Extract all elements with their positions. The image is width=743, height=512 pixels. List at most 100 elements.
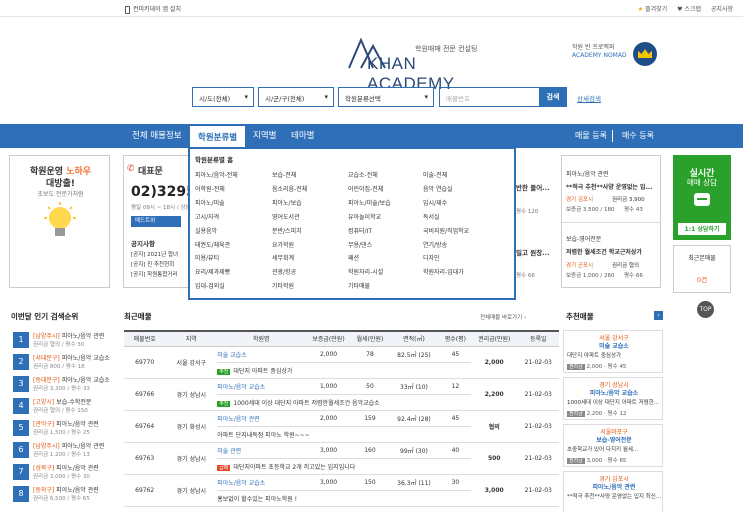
nav-theme[interactable]: 테마별 xyxy=(291,124,314,148)
table-header: 매물번호 지역 학원명 보증금(만원) 월세(만원) 면적(㎡) 평수(평) 권리금(만원) 등… xyxy=(124,330,559,347)
chat-icon xyxy=(694,193,710,206)
nav-sell-register[interactable]: 매물 등록 xyxy=(575,124,607,148)
recommended-item[interactable]: 서울마포구 보습-영어전문 초중학교가 있어 다지키 월세... 권리금 3,000 … xyxy=(563,424,663,467)
dropdown-item[interactable]: 유아놀이학교 xyxy=(348,211,391,225)
dropdown-item[interactable]: 영어도서관 xyxy=(272,211,307,225)
dropdown-item[interactable]: 고시/자격 xyxy=(195,211,238,225)
dropdown-item[interactable]: 피아노/보습 xyxy=(272,197,307,211)
recommended-item[interactable]: 서울 강서구 미술 교습소 대단지 아파트 중심상가 권리금 2,000 · 평수 4… xyxy=(563,330,663,373)
listing-category: 보습-영어전문 xyxy=(566,236,602,243)
phone-icon: ✆ xyxy=(127,164,135,174)
dropdown-item[interactable]: 국비지원/직업학교 xyxy=(423,225,469,239)
dropdown-item[interactable]: 독서실 xyxy=(423,211,469,225)
table-row[interactable]: 69764 경기 화성시 피아노/음악 관련 2,000 159 92.4㎡ (28) 45… xyxy=(124,410,559,443)
banner-sub: 초보도 전문가처럼 xyxy=(37,191,84,198)
dropdown-item[interactable]: 기타매물 xyxy=(348,280,391,294)
dropdown-item[interactable]: 관광/항공 xyxy=(272,266,307,280)
dropdown-item[interactable]: 어린이집-전체 xyxy=(348,183,391,197)
contact-hours: 평일 09시 ~ 18시 / 상담 xyxy=(131,205,191,211)
rank-item[interactable]: 4 [고양시] 보습-수학전문 권리금 협의 / 평수 150 xyxy=(13,396,118,417)
dropdown-item[interactable]: 태권도/체육관 xyxy=(195,239,238,253)
sido-select[interactable]: 시/도(전체) xyxy=(192,87,254,107)
scroll-top-button[interactable]: TOP xyxy=(697,301,714,318)
rank-item[interactable]: 7 [성북구] 피아노/음악 관련 권리금 3,000 / 평수 30 xyxy=(13,462,118,483)
dropdown-item[interactable]: 기타학원 xyxy=(272,280,307,294)
dropdown-item[interactable]: 세무회계 xyxy=(272,252,307,266)
dropdown-item[interactable]: 보습-전체 xyxy=(272,169,307,183)
rank-item[interactable]: 5 [관악구] 피아노/음악 관련 권리금 1,500 / 평수 25 xyxy=(13,418,118,439)
rank-item[interactable]: 6 [남양주시] 피아노/음악 관련 권리금 1,200 / 평수 13 xyxy=(13,440,118,461)
rank-item[interactable]: 3 [동대문구] 피아노/음악 교습소 권리금 3,300 / 평수 33 xyxy=(13,374,118,395)
recommended-title: 추천매물 xyxy=(566,312,594,321)
nav-buy-register[interactable]: 매수 등록 xyxy=(622,124,654,148)
dropdown-item[interactable]: 실용음악 xyxy=(195,225,238,239)
dropdown-item[interactable]: 학원자리-시설 xyxy=(348,266,391,280)
dropdown-item[interactable]: 미술-전체 xyxy=(423,169,469,183)
notice-title: 공지사항 xyxy=(131,240,155,248)
dropdown-item[interactable]: 피아노/미술/보습 xyxy=(348,197,391,211)
favorite-link[interactable]: ★ 즐겨찾기 xyxy=(638,6,667,13)
recent-views: 최근본매물 0건 xyxy=(673,245,731,293)
dropdown-item[interactable]: 요리/제과제빵 xyxy=(195,266,238,280)
dropdown-item[interactable]: 요가학원 xyxy=(272,239,307,253)
all-listings-link[interactable]: 전체매물 바로가기 › xyxy=(480,313,526,321)
notice-item[interactable]: [공지] 진 추천현희 xyxy=(131,260,178,270)
dropdown-item[interactable]: 무용/댄스 xyxy=(348,239,391,253)
table-row[interactable]: 69763 경기 성남시 미술 관련 3,000 160 99㎡ (30) 40 500 21-… xyxy=(124,442,559,475)
scrap-link[interactable]: ♥ 스크랩 xyxy=(677,6,701,13)
gugun-select[interactable]: 시/군/구(전체) xyxy=(258,87,334,107)
dropdown-item[interactable]: 컴퓨터/IT xyxy=(348,225,391,239)
nav-region[interactable]: 지역별 xyxy=(253,124,276,148)
category-select[interactable]: 학원분류선택 xyxy=(338,87,434,107)
top-links: ★ 즐겨찾기 ♥ 스크랩 공지사항 xyxy=(630,4,733,13)
main-nav: 전체 매물정보 학원분류별 지역별 테마별 매물 등록 매수 등록 xyxy=(0,124,743,148)
nav-category[interactable]: 학원분류별 xyxy=(188,124,248,148)
rank-item[interactable]: 1 [남양주시] 피아노/음악 관련 권리금 협의 / 평수 30 xyxy=(13,330,118,351)
dropdown-item[interactable]: 디자인 xyxy=(423,252,469,266)
dropdown-item[interactable]: 학원자리-임대가 xyxy=(423,266,469,280)
dropdown-item[interactable]: 분반/스피치 xyxy=(272,225,307,239)
dropdown-item[interactable]: 어학원-전체 xyxy=(195,183,238,197)
recommended-item[interactable]: 경기 김포시 피아노/음악 관련 **적극 추천**사양 운영없는 입지 최신... xyxy=(563,471,663,512)
contact-button[interactable]: 메드트위 xyxy=(131,216,181,227)
dropdown-item[interactable]: 음악 연습실 xyxy=(423,183,469,197)
listing-title[interactable]: 저렴한 월세조건 학교근처상가 xyxy=(566,247,660,256)
dropdown-item[interactable]: 음소리음-전체 xyxy=(272,183,307,197)
rank-item[interactable]: 8 [동작구] 피아노/음악 관련 권리금 6,500 / 평수 65 xyxy=(13,484,118,505)
realtime-consult-banner[interactable]: 실시간 매매 상담 1:1 상담하기 xyxy=(673,155,731,240)
dropdown-item[interactable]: 패션 xyxy=(348,252,391,266)
dropdown-item[interactable]: 입대-검외실 xyxy=(195,280,238,294)
app-install-link[interactable]: 컨미키데이 앱 설치 xyxy=(125,4,181,14)
table-row[interactable]: 69762 경기 성남시 피아노/음악 교습소 3,000 150 36.3㎡ (11) 3… xyxy=(124,474,559,507)
dropdown-item[interactable]: 피아노/음악-전체 xyxy=(195,169,238,183)
dropdown-col-2: 보습-전체 음소리음-전체 피아노/보습 영어도서관 분반/스피치 요가학원 세무회계 관광/… xyxy=(272,169,307,294)
top-bar: 컨미키데이 앱 설치 ★ 즐겨찾기 ♥ 스크랩 공지사항 xyxy=(0,0,743,17)
search-input[interactable]: 매물번호 xyxy=(439,87,539,107)
notice-link[interactable]: 공지사항 xyxy=(711,6,733,13)
detail-search-link[interactable]: 상세검색 xyxy=(577,93,601,103)
search-button[interactable]: 검색 xyxy=(539,87,567,107)
dropdown-col-1: 피아노/음악-전체 어학원-전체 피아노/미술 고시/자격 실용음악 태권도/체육관 미용/… xyxy=(195,169,238,294)
site-logo[interactable]: 학원매매 전문 컨설팅 KHAN ACADEMY xyxy=(347,36,487,93)
table-row[interactable]: 69766 경기 성남시 피아노/음악 교습소 1,000 50 33㎡ (10) 12 2,… xyxy=(124,378,559,411)
recommended-next-button[interactable]: › xyxy=(654,311,663,320)
notice-item[interactable]: [공지] 2021년 합녀 xyxy=(131,250,178,260)
nav-all[interactable]: 전체 매물정보 xyxy=(132,124,182,148)
listing-title[interactable]: **적극 추천**사양 운영없는 입... xyxy=(566,182,660,191)
consult-button[interactable]: 1:1 상담하기 xyxy=(678,223,726,235)
knowhow-banner[interactable]: 학원운영 노하우 대방출! 초보도 전문가처럼 xyxy=(9,155,110,288)
table-row[interactable]: 69770 서울 강서구 미술 교습소 2,000 78 82.5㎡ (25) 45 2,00… xyxy=(124,346,559,379)
dropdown-item[interactable]: 미용/뷰티 xyxy=(195,252,238,266)
logo-tagline: 학원매매 전문 컨설팅 xyxy=(415,45,478,53)
recommended-item[interactable]: 경기 성남시 피아노/음악 교습소 1000세대 이상 대단지 아파트 저렴한...… xyxy=(563,377,663,420)
notice-item[interactable]: [공지] 학원통합거러 xyxy=(131,270,178,280)
dropdown-home[interactable]: 학원분류별 홈 xyxy=(195,154,233,164)
rank-item[interactable]: 2 [서대문구] 피아노/음악 교습소 권리금 800 / 평수 18 xyxy=(13,352,118,373)
dropdown-item[interactable]: 교습소-전체 xyxy=(348,169,391,183)
dropdown-item[interactable]: 연기/방송 xyxy=(423,239,469,253)
contact-phone: 02)3295 xyxy=(131,184,196,200)
dropdown-item[interactable]: 피아노/미술 xyxy=(195,197,238,211)
dropdown-item[interactable]: 입시/재수 xyxy=(423,197,469,211)
notice-list: [공지] 2021년 합녀 [공지] 진 추천현희 [공지] 학원통합거러 xyxy=(131,250,178,280)
nav-divider xyxy=(612,130,613,142)
